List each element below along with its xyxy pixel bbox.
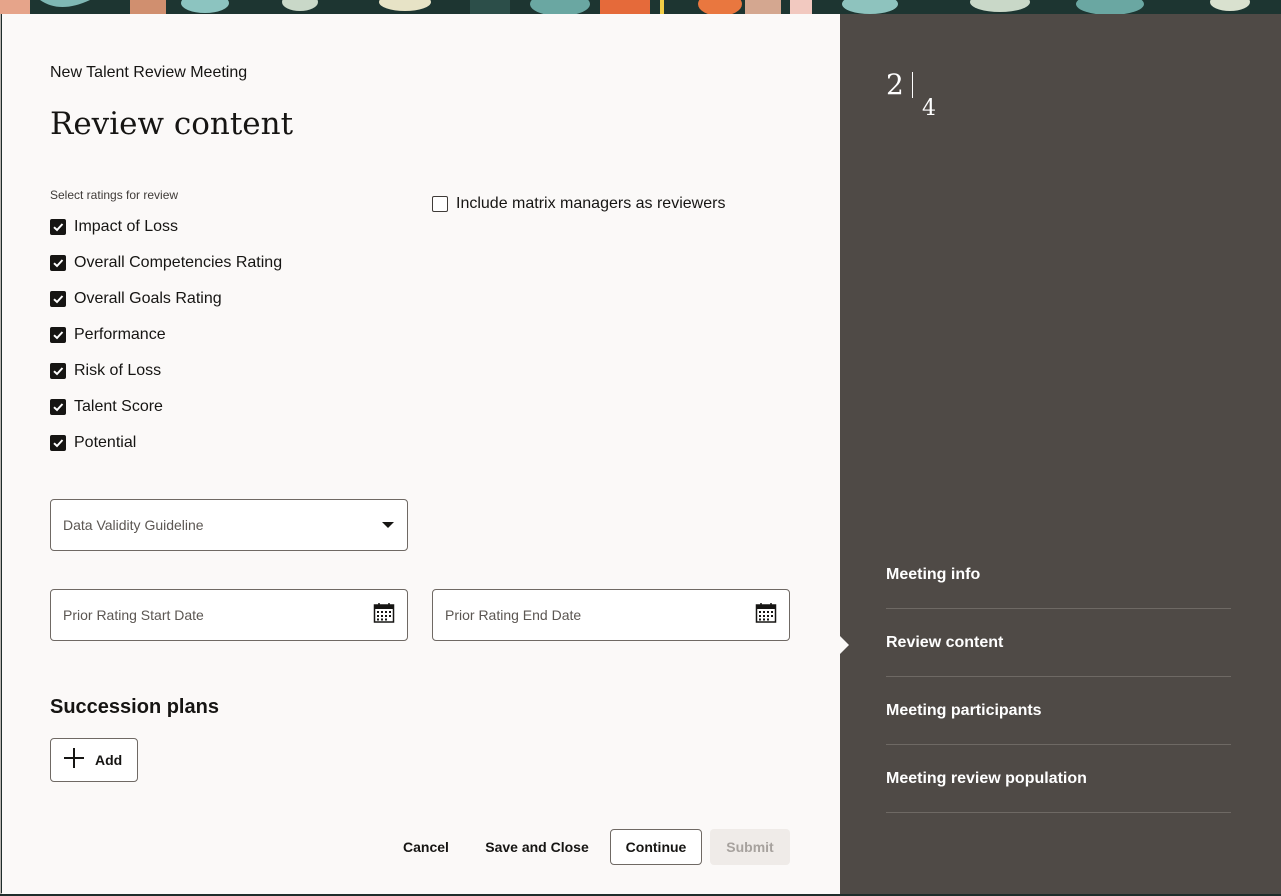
calendar-icon[interactable] <box>373 602 395 629</box>
checkbox-checked-icon[interactable] <box>50 291 66 307</box>
data-validity-select[interactable]: Data Validity Guideline <box>50 499 408 551</box>
rating-label: Performance <box>74 326 166 343</box>
rating-label: Overall Competencies Rating <box>74 254 283 271</box>
checkbox-checked-icon[interactable] <box>50 255 66 271</box>
checkbox-unchecked-icon[interactable] <box>432 196 448 212</box>
step-meeting-participants[interactable]: Meeting participants <box>886 677 1231 745</box>
step-label: Meeting review population <box>886 769 1087 787</box>
succession-plans-heading: Succession plans <box>50 696 219 718</box>
calendar-icon[interactable] <box>755 602 777 629</box>
rating-checkbox-overall-competencies[interactable]: Overall Competencies Rating <box>50 245 282 281</box>
submit-button[interactable]: Submit <box>710 829 790 865</box>
ratings-checkbox-list: Impact of Loss Overall Competencies Rati… <box>50 209 282 461</box>
page-title: Review content <box>50 106 294 142</box>
step-label: Meeting participants <box>886 701 1042 719</box>
rating-checkbox-talent-score[interactable]: Talent Score <box>50 389 282 425</box>
rating-label: Potential <box>74 434 137 451</box>
plus-icon <box>63 747 85 774</box>
prior-start-label: Prior Rating Start Date <box>63 607 204 623</box>
rating-checkbox-performance[interactable]: Performance <box>50 317 282 353</box>
continue-button[interactable]: Continue <box>610 829 702 865</box>
active-step-pointer <box>839 635 849 655</box>
add-label: Add <box>95 752 123 768</box>
step-label: Review content <box>886 633 1004 651</box>
current-step-number: 2 <box>886 68 904 101</box>
step-label: Meeting info <box>886 565 981 583</box>
step-meeting-review-population[interactable]: Meeting review population <box>886 745 1231 813</box>
decorative-banner <box>0 0 1281 14</box>
rating-checkbox-risk-of-loss[interactable]: Risk of Loss <box>50 353 282 389</box>
prior-rating-end-date-field[interactable]: Prior Rating End Date <box>432 589 790 641</box>
prior-end-label: Prior Rating End Date <box>445 607 582 623</box>
matrix-managers-label: Include matrix managers as reviewers <box>456 195 726 212</box>
checkbox-checked-icon[interactable] <box>50 399 66 415</box>
cancel-button[interactable]: Cancel <box>390 829 462 865</box>
rating-label: Risk of Loss <box>74 362 162 379</box>
rating-label: Talent Score <box>74 398 163 415</box>
rating-checkbox-impact-of-loss[interactable]: Impact of Loss <box>50 209 282 245</box>
rating-label: Overall Goals Rating <box>74 290 222 307</box>
checkbox-checked-icon[interactable] <box>50 363 66 379</box>
add-succession-plan-button[interactable]: Add <box>50 738 138 782</box>
total-steps-number: 4 <box>922 96 936 121</box>
matrix-managers-checkbox[interactable]: Include matrix managers as reviewers <box>432 194 725 214</box>
prior-rating-start-date-field[interactable]: Prior Rating Start Date <box>50 589 408 641</box>
checkbox-checked-icon[interactable] <box>50 327 66 343</box>
save-and-close-button[interactable]: Save and Close <box>480 829 594 865</box>
step-meeting-info[interactable]: Meeting info <box>886 541 1231 609</box>
data-validity-label: Data Validity Guideline <box>63 517 204 533</box>
rating-label: Impact of Loss <box>74 218 179 235</box>
rating-checkbox-overall-goals[interactable]: Overall Goals Rating <box>50 281 282 317</box>
step-divider <box>912 72 913 98</box>
step-review-content[interactable]: Review content <box>886 609 1231 677</box>
rating-checkbox-potential[interactable]: Potential <box>50 425 282 461</box>
ratings-label: Select ratings for review <box>50 188 179 202</box>
checkbox-checked-icon[interactable] <box>50 435 66 451</box>
checkbox-checked-icon[interactable] <box>50 219 66 235</box>
page-subtitle: New Talent Review Meeting <box>50 64 248 81</box>
caret-down-icon[interactable] <box>381 516 395 534</box>
